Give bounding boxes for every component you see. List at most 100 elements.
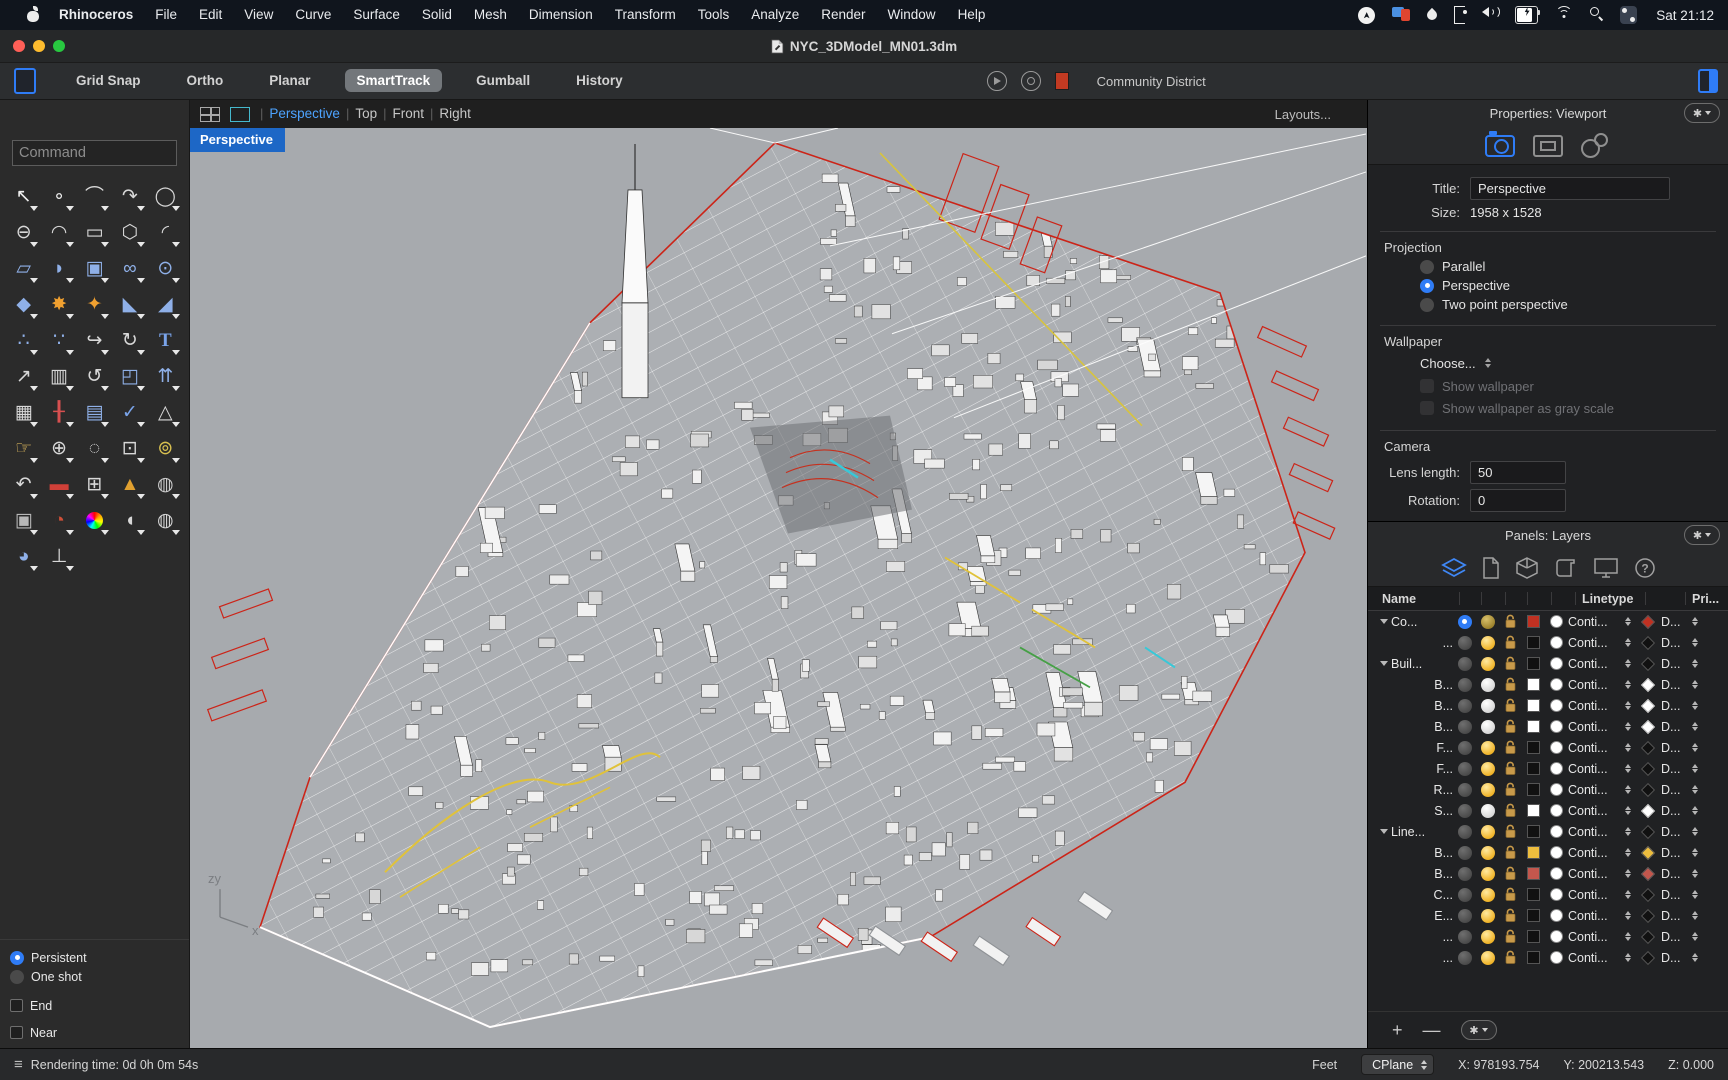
layer-linetype-value[interactable]: Conti... xyxy=(1568,909,1622,923)
chevron-down-icon[interactable] xyxy=(1376,829,1391,834)
layer-row[interactable]: ...Conti...D... xyxy=(1368,632,1728,653)
linetype-stepper-icon[interactable] xyxy=(1622,743,1634,753)
layer-name[interactable]: R... xyxy=(1391,783,1453,797)
layer-name[interactable]: ... xyxy=(1391,930,1453,944)
layer-print-value[interactable]: D... xyxy=(1661,720,1689,734)
layer-visibility-bulb-icon[interactable] xyxy=(1476,846,1499,860)
tab-top[interactable]: Top xyxy=(349,106,383,121)
layouts-tab[interactable]: Layouts... xyxy=(1275,107,1357,122)
menu-item-solid[interactable]: Solid xyxy=(411,7,463,22)
pie-analysis-tool[interactable]: ◔ xyxy=(41,504,76,537)
linetype-stepper-icon[interactable] xyxy=(1622,890,1634,900)
menu-item-window[interactable]: Window xyxy=(877,7,947,22)
layer-print-value[interactable]: D... xyxy=(1661,909,1689,923)
layer-print-value[interactable]: D... xyxy=(1661,636,1689,650)
print-stepper-icon[interactable] xyxy=(1689,932,1701,942)
layer-visibility-bulb-icon[interactable] xyxy=(1476,615,1499,629)
layer-color-swatch[interactable] xyxy=(1522,888,1545,901)
layer-material-icon[interactable] xyxy=(1545,846,1568,859)
rebuild-tool[interactable]: ↻ xyxy=(112,324,147,357)
split-tool[interactable]: ◢ xyxy=(148,288,183,321)
layer-name[interactable]: F... xyxy=(1391,741,1453,755)
print-stepper-icon[interactable] xyxy=(1689,722,1701,732)
current-layer-radio[interactable] xyxy=(1453,783,1476,797)
layer-print-value[interactable]: D... xyxy=(1661,741,1689,755)
record-icon[interactable] xyxy=(1021,71,1041,91)
viewport-title-badge[interactable]: Perspective xyxy=(190,128,285,152)
layer-row[interactable]: Line...Conti...D... xyxy=(1368,821,1728,842)
one-shot-option[interactable]: One shot xyxy=(10,967,179,986)
layer-lock-icon[interactable] xyxy=(1499,845,1522,860)
layer-color-swatch[interactable] xyxy=(1522,930,1545,943)
layer-row[interactable]: ...Conti...D... xyxy=(1368,926,1728,947)
minimize-window-button[interactable] xyxy=(33,40,45,52)
freeform-tool[interactable]: ◜ xyxy=(148,216,183,249)
layer-visibility-bulb-icon[interactable] xyxy=(1476,699,1499,713)
layer-name[interactable]: Co... xyxy=(1391,615,1453,629)
show-gray-checkbox[interactable] xyxy=(1420,401,1434,415)
tab-front[interactable]: Front xyxy=(387,106,431,121)
layer-material-icon[interactable] xyxy=(1545,636,1568,649)
layer-row[interactable]: E...Conti...D... xyxy=(1368,905,1728,926)
apple-menu-icon[interactable] xyxy=(26,8,40,22)
rotate-tool[interactable]: ↺ xyxy=(77,360,112,393)
polygon-tool[interactable]: ⬡ xyxy=(112,216,147,249)
layer-lock-icon[interactable] xyxy=(1499,929,1522,944)
linetype-stepper-icon[interactable] xyxy=(1622,911,1634,921)
ellipse-tool[interactable]: ⊖ xyxy=(6,216,41,249)
play-icon[interactable] xyxy=(987,71,1007,91)
print-stepper-icon[interactable] xyxy=(1689,785,1701,795)
layer-material-icon[interactable] xyxy=(1545,888,1568,901)
link-tab-icon[interactable] xyxy=(1581,135,1611,157)
layers-action-button[interactable]: ✱ xyxy=(1461,1020,1497,1040)
menubar-clock[interactable]: Sat 21:12 xyxy=(1656,8,1714,23)
print-column-header[interactable]: Pri... xyxy=(1686,592,1728,605)
print-stepper-icon[interactable] xyxy=(1689,806,1701,816)
search-icon[interactable] xyxy=(1589,6,1603,24)
layer-color-swatch[interactable] xyxy=(1522,783,1545,796)
layer-name[interactable]: C... xyxy=(1391,888,1453,902)
print-stepper-icon[interactable] xyxy=(1689,617,1701,627)
current-layer-radio[interactable] xyxy=(1453,720,1476,734)
layer-lock-icon[interactable] xyxy=(1499,950,1522,965)
menu-item-edit[interactable]: Edit xyxy=(188,7,233,22)
current-layer-radio[interactable] xyxy=(1453,846,1476,860)
viewport-title-input[interactable] xyxy=(1470,177,1670,200)
menu-item-analyze[interactable]: Analyze xyxy=(740,7,810,22)
show-wallpaper-checkbox[interactable] xyxy=(1420,379,1434,393)
help-icon[interactable]: ? xyxy=(1634,557,1656,579)
curve-tool[interactable]: ⌒ xyxy=(77,180,112,213)
layer-material-icon[interactable] xyxy=(1545,909,1568,922)
layer-row[interactable]: B...Conti...D... xyxy=(1368,716,1728,737)
boolean-tool[interactable]: ∴ xyxy=(6,324,41,357)
zoom-target-tool[interactable]: ⊚ xyxy=(148,432,183,465)
layer-color-swatch[interactable] xyxy=(1522,657,1545,670)
layer-color-swatch[interactable] xyxy=(1522,825,1545,838)
layer-row[interactable]: F... Conti... D... xyxy=(1368,737,1728,758)
layer-row[interactable]: Co...Conti...D... xyxy=(1368,611,1728,632)
layer-visibility-bulb-icon[interactable] xyxy=(1476,636,1499,650)
current-layer-radio[interactable] xyxy=(1453,867,1476,881)
layer-lock-icon[interactable] xyxy=(1499,719,1522,734)
layer-row[interactable]: ...Conti...D... xyxy=(1368,947,1728,968)
layer-lock-icon[interactable] xyxy=(1499,866,1522,881)
current-layer-radio[interactable] xyxy=(1453,741,1476,755)
linetype-stepper-icon[interactable] xyxy=(1622,701,1634,711)
print-color-diamond[interactable] xyxy=(1634,911,1661,921)
camera-tab-icon[interactable] xyxy=(1485,135,1515,157)
current-layer-radio[interactable] xyxy=(1453,909,1476,923)
layer-material-icon[interactable] xyxy=(1545,615,1568,628)
cplane-tool[interactable]: ⊞ xyxy=(77,468,112,501)
current-layer-radio[interactable] xyxy=(1453,762,1476,776)
sheet-icon[interactable] xyxy=(1554,557,1578,579)
layer-print-value[interactable]: D... xyxy=(1661,783,1689,797)
current-layer-radio[interactable] xyxy=(1453,888,1476,902)
layer-print-value[interactable]: D... xyxy=(1661,699,1689,713)
layer-lock-icon[interactable] xyxy=(1499,824,1522,839)
active-color-swatch[interactable] xyxy=(1055,72,1069,90)
curved-surface-tool[interactable]: ◗ xyxy=(41,252,76,285)
chevron-down-icon[interactable] xyxy=(1376,619,1391,624)
linetype-stepper-icon[interactable] xyxy=(1622,806,1634,816)
layer-linetype-value[interactable]: Conti... xyxy=(1568,741,1622,755)
layer-print-value[interactable]: D... xyxy=(1661,867,1689,881)
